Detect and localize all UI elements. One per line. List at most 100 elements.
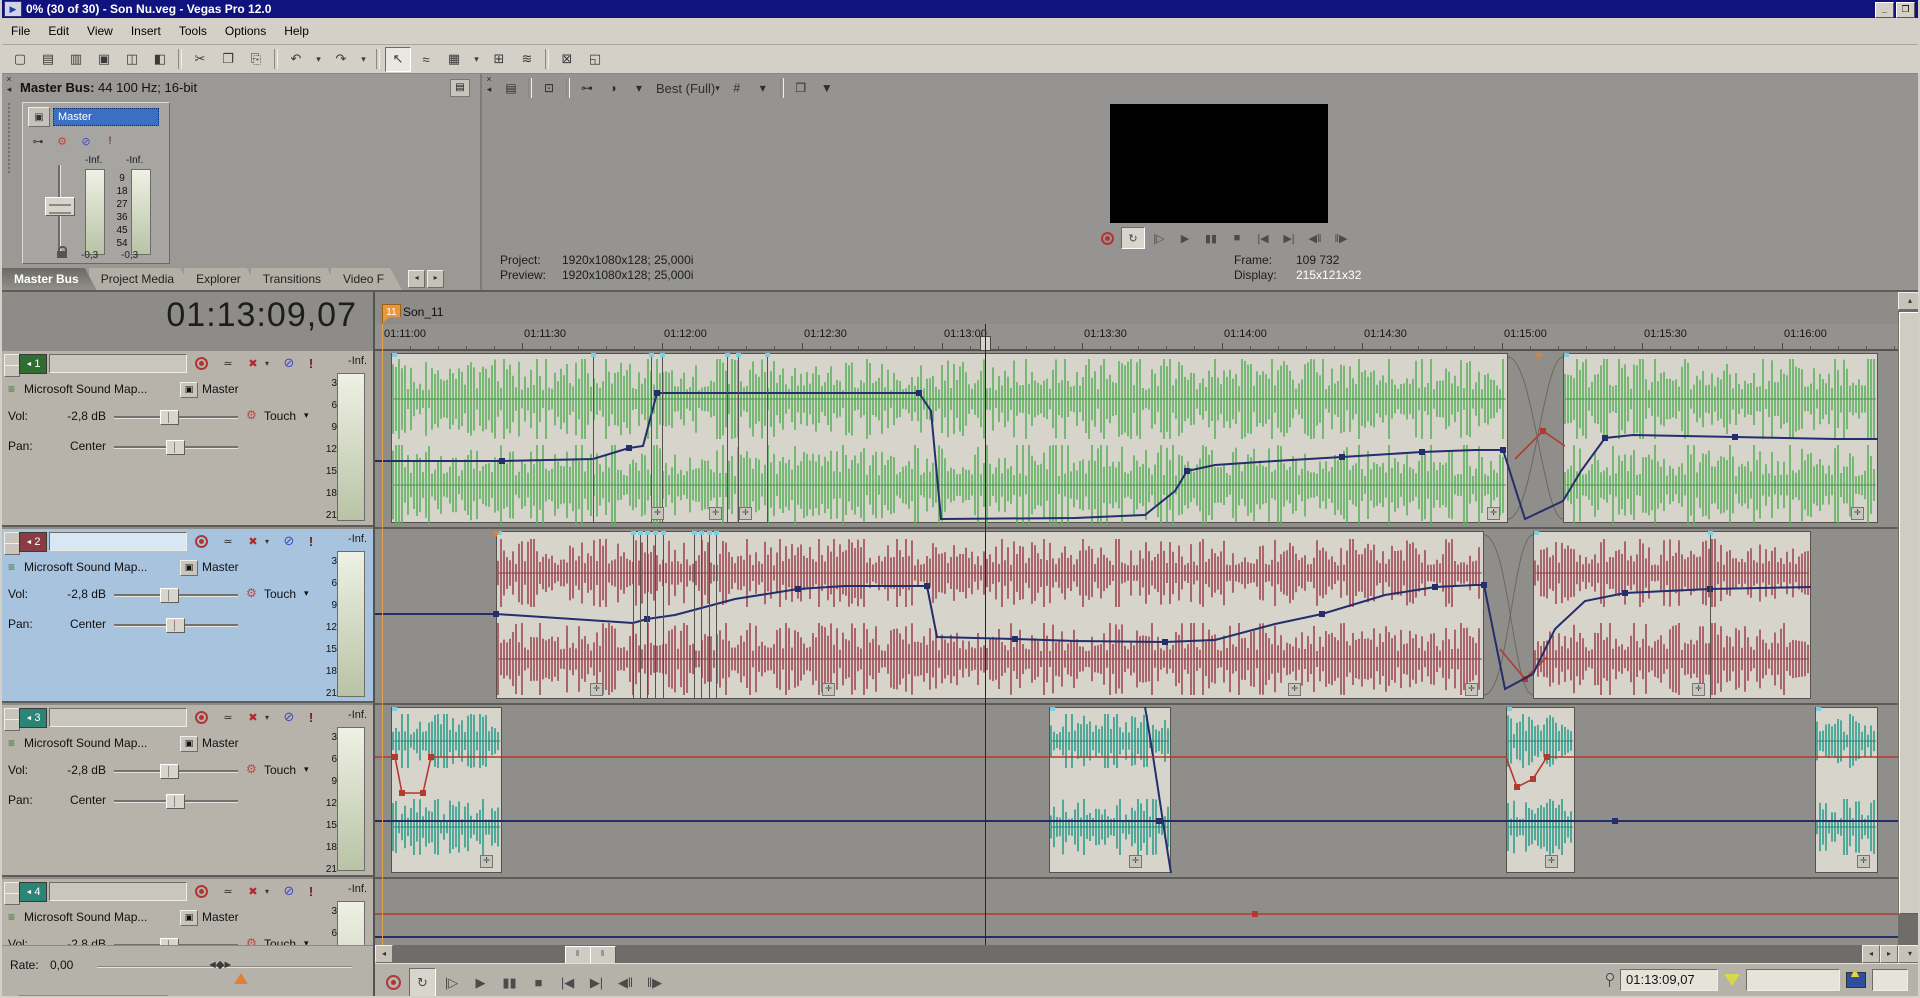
- tab-master-bus[interactable]: Master Bus: [2, 268, 97, 290]
- pan-slider-handle[interactable]: [166, 440, 185, 455]
- overlays-icon[interactable]: #: [725, 77, 749, 99]
- audio-event[interactable]: [391, 707, 502, 873]
- volume-slider[interactable]: [114, 770, 238, 773]
- pause-button[interactable]: ▮▮: [496, 968, 523, 997]
- selection-start-field[interactable]: [1746, 969, 1840, 991]
- solo-button[interactable]: !: [304, 354, 318, 372]
- go-to-end-button[interactable]: ▶|: [1277, 227, 1301, 249]
- track-fx-menu-icon[interactable]: ▾: [262, 535, 272, 547]
- undo-icon[interactable]: ↶: [283, 47, 309, 72]
- track-name-field[interactable]: [49, 708, 187, 727]
- pin-icon[interactable]: ◂: [487, 84, 492, 95]
- tab-transitions[interactable]: Transitions: [251, 268, 339, 290]
- scroll-thumb-handle-left[interactable]: ‖: [565, 946, 591, 964]
- track-name-field[interactable]: [49, 532, 187, 551]
- scroll-right-button-b[interactable]: ▸: [1880, 945, 1898, 963]
- tab-project-media[interactable]: Project Media: [89, 268, 192, 290]
- scroll-down-button[interactable]: ▾: [1898, 945, 1920, 963]
- menu-insert[interactable]: Insert: [122, 21, 170, 41]
- volume-slider-handle[interactable]: [160, 588, 179, 603]
- automation-mode-caret-icon[interactable]: ▾: [304, 764, 309, 775]
- copy-icon[interactable]: ❐: [215, 47, 241, 72]
- volume-slider[interactable]: [114, 594, 238, 597]
- enable-snapping-icon[interactable]: ⊞: [486, 47, 512, 72]
- edit-tool-menu-icon[interactable]: ▾: [469, 47, 484, 72]
- track-fx-menu-icon[interactable]: ▾: [262, 885, 272, 897]
- audio-device-name[interactable]: Microsoft Sound Map...: [24, 910, 147, 924]
- master-name-field[interactable]: Master: [53, 108, 159, 126]
- lock-icon[interactable]: [57, 251, 67, 258]
- paste-icon[interactable]: ⎘: [243, 47, 269, 72]
- mute-button[interactable]: ⊘: [280, 708, 298, 726]
- volume-value[interactable]: -2,8 dB: [52, 763, 106, 777]
- volume-value[interactable]: -2,8 dB: [52, 409, 106, 423]
- next-frame-button[interactable]: ‖▶: [1329, 227, 1353, 249]
- open-in-trimmer-icon[interactable]: ◫: [119, 47, 145, 72]
- event-pan-crop-icon[interactable]: ✛: [1857, 855, 1870, 868]
- selection-end-field[interactable]: [1872, 969, 1908, 991]
- event-pan-crop-icon[interactable]: ✛: [1465, 683, 1478, 696]
- tab-explorer[interactable]: Explorer: [184, 268, 259, 290]
- scroll-up-button[interactable]: ▴: [1898, 292, 1920, 310]
- previous-frame-button[interactable]: ◀‖: [612, 968, 639, 997]
- play-button[interactable]: ▶: [467, 968, 494, 997]
- go-to-end-button[interactable]: ▶|: [583, 968, 610, 997]
- lock-envelopes-icon[interactable]: ⊠: [554, 47, 580, 72]
- menu-help[interactable]: Help: [275, 21, 318, 41]
- record-button[interactable]: [1095, 227, 1119, 249]
- track-header-2[interactable]: ◄2≃✖▾⊘!-Inf.≡Microsoft Sound Map...▣Mast…: [2, 529, 373, 703]
- tabs-scroll-left-icon[interactable]: ◂: [408, 270, 425, 288]
- split-screen-menu-icon[interactable]: ▾: [627, 77, 651, 99]
- video-capture-icon[interactable]: ◧: [147, 47, 173, 72]
- pan-slider[interactable]: [114, 800, 238, 803]
- event-pan-crop-icon[interactable]: ✛: [1129, 855, 1142, 868]
- automation-mode-caret-icon[interactable]: ▾: [304, 588, 309, 599]
- audio-device-name[interactable]: Microsoft Sound Map...: [24, 736, 147, 750]
- record-button[interactable]: [380, 968, 407, 997]
- bus-assign-button[interactable]: ▣: [180, 560, 198, 576]
- restore-track-icon[interactable]: [4, 719, 20, 731]
- automation-settings-icon[interactable]: ⚙: [53, 133, 71, 149]
- restore-track-icon[interactable]: [4, 893, 20, 905]
- loop-playback-button[interactable]: ↻: [409, 968, 436, 997]
- vertical-scroll-thumb[interactable]: [1899, 312, 1920, 914]
- pan-slider[interactable]: [114, 624, 238, 627]
- drag-grip[interactable]: [8, 103, 10, 173]
- track-fx-menu-icon[interactable]: ▾: [262, 357, 272, 369]
- auto-ripple-icon[interactable]: ≋: [514, 47, 540, 72]
- restore-button[interactable]: ❐: [1896, 2, 1915, 18]
- event-pan-crop-icon[interactable]: ✛: [651, 507, 664, 520]
- invert-phase-button[interactable]: ≃: [218, 882, 238, 900]
- audio-event[interactable]: [1049, 707, 1171, 873]
- menu-options[interactable]: Options: [216, 21, 275, 41]
- go-to-start-button[interactable]: |◀: [554, 968, 581, 997]
- event-pan-crop-icon[interactable]: ✛: [1487, 507, 1500, 520]
- time-ruler[interactable]: 01:11:0001:11:3001:12:0001:12:3001:13:00…: [375, 324, 1898, 351]
- stop-button[interactable]: ■: [1225, 227, 1249, 249]
- preview-quality-dropdown[interactable]: Best (Full) ▾: [652, 81, 724, 96]
- insert-fx-icon[interactable]: ⊶: [29, 133, 47, 149]
- ignore-event-grouping-icon[interactable]: ◱: [582, 47, 608, 72]
- solo-button[interactable]: !: [304, 708, 318, 726]
- mute-button[interactable]: ⊘: [77, 133, 95, 149]
- play-from-start-button[interactable]: |▷: [1147, 227, 1171, 249]
- envelope-edit-tool-icon[interactable]: ≈: [413, 47, 439, 72]
- event-pan-crop-icon[interactable]: ✛: [590, 683, 603, 696]
- previous-frame-button[interactable]: ◀‖: [1303, 227, 1327, 249]
- track-header-1[interactable]: ◄1≃✖▾⊘!-Inf.≡Microsoft Sound Map...▣Mast…: [2, 351, 373, 527]
- mute-button[interactable]: ⊘: [280, 882, 298, 900]
- event-pan-crop-icon[interactable]: ✛: [1692, 683, 1705, 696]
- event-pan-crop-icon[interactable]: ✛: [1851, 507, 1864, 520]
- close-icon[interactable]: ×: [486, 74, 491, 84]
- invert-phase-button[interactable]: ≃: [218, 354, 238, 372]
- pan-value[interactable]: Center: [52, 439, 106, 453]
- automation-settings-icon[interactable]: ⚙: [246, 408, 257, 422]
- tab-video-f[interactable]: Video F: [331, 268, 402, 290]
- mute-button[interactable]: ⊘: [280, 532, 298, 550]
- panel-menu-icon[interactable]: ▤: [450, 79, 470, 97]
- track-fx-button[interactable]: ✖: [244, 354, 262, 372]
- bus-button[interactable]: ▣: [28, 107, 50, 127]
- automation-mode[interactable]: Touch: [264, 587, 296, 601]
- undo-menu-icon[interactable]: ▾: [311, 47, 326, 72]
- track-fx-button[interactable]: ✖: [244, 708, 262, 726]
